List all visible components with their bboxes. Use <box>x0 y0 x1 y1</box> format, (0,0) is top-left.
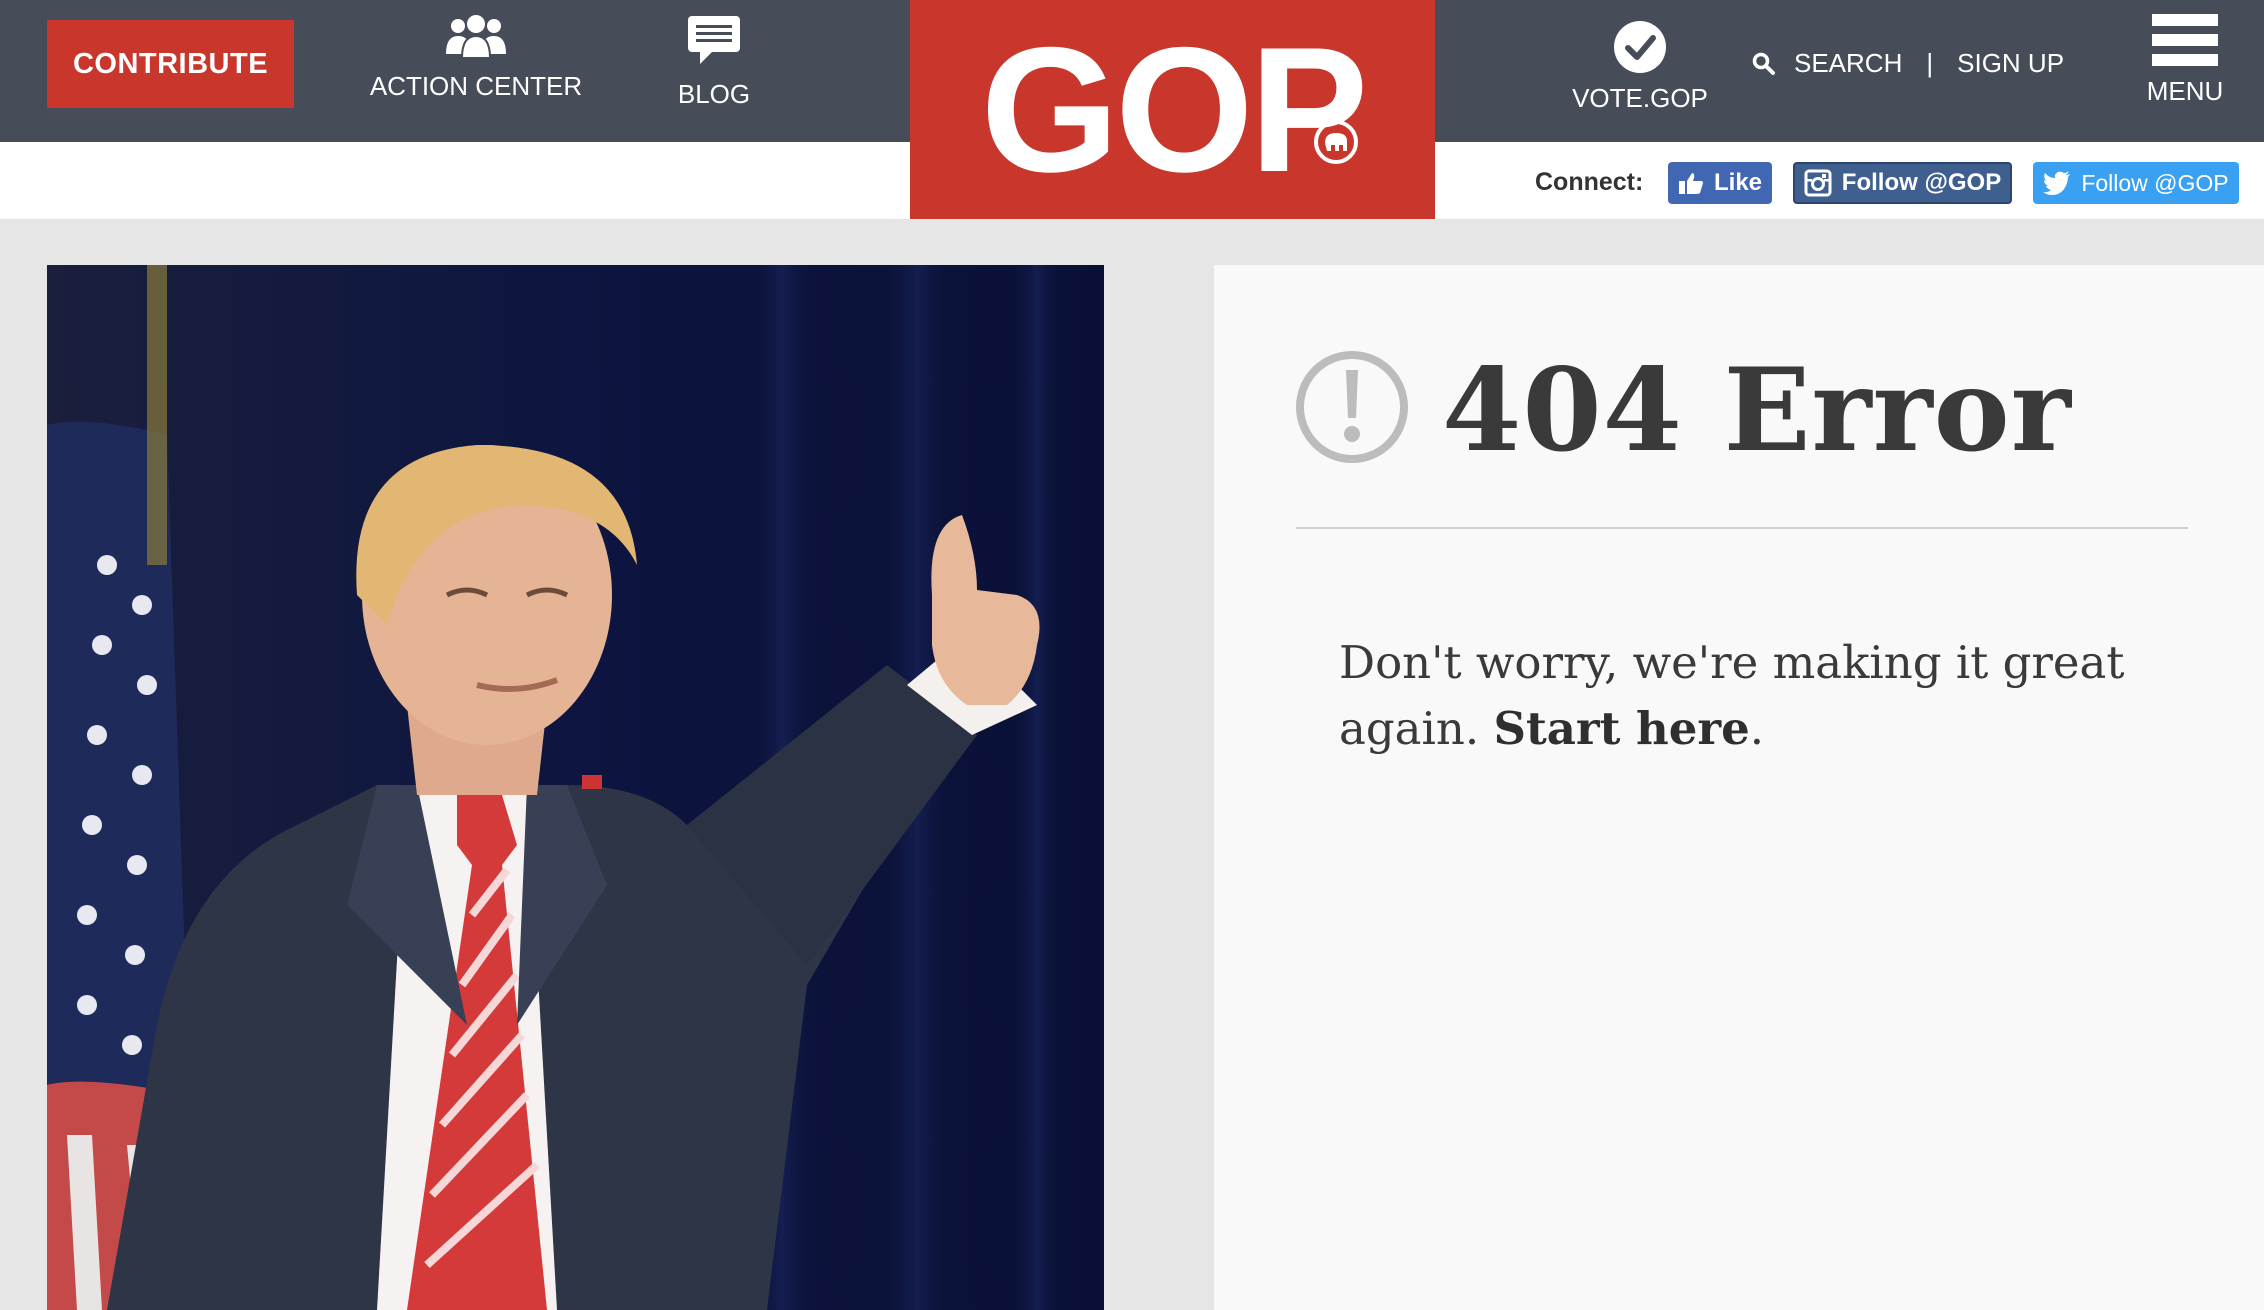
thumbs-up-icon <box>1678 171 1704 195</box>
connect-label: Connect: <box>1535 168 1644 196</box>
gop-logo[interactable]: GOP <box>910 0 1435 219</box>
error-title: 404 Error <box>1442 343 2072 477</box>
nav-action-center[interactable]: ACTION CENTER <box>370 14 582 102</box>
search-signup-group: SEARCH | SIGN UP <box>1752 48 2064 79</box>
twitter-follow-button[interactable]: Follow @GOP <box>2033 162 2239 204</box>
instagram-follow-button[interactable]: Follow @GOP <box>1793 162 2012 204</box>
facebook-label: Like <box>1713 169 1763 196</box>
divider <box>1296 527 2188 529</box>
twitter-label: Follow @GOP <box>2081 169 2229 196</box>
nav-action-center-label: ACTION CENTER <box>369 71 583 101</box>
error-panel: 404 Error Don't worry, we're making it g… <box>1214 265 2264 1310</box>
start-here-link[interactable]: Start here <box>1493 702 1749 755</box>
nav-blog-label: BLOG <box>677 79 751 109</box>
instagram-label: Follow @GOP <box>1841 169 2002 196</box>
message-period: . <box>1749 702 1765 755</box>
exclamation-circle-icon <box>1296 351 1408 463</box>
twitter-bird-icon <box>2043 171 2071 195</box>
menu-button[interactable]: MENU <box>2140 14 2230 107</box>
instagram-icon <box>1804 169 1832 197</box>
contribute-button[interactable]: CONTRIBUTE <box>47 20 294 108</box>
error-message: Don't worry, we're making it great again… <box>1339 630 2159 762</box>
speech-bubble-icon <box>686 14 742 71</box>
hero-photo <box>47 265 1104 1310</box>
logo-text: GOP <box>980 9 1369 209</box>
group-people-icon <box>444 14 508 63</box>
nav-vote-label: VOTE.GOP <box>1572 83 1708 113</box>
hamburger-icon <box>2152 14 2218 74</box>
nav-vote-gop[interactable]: VOTE.GOP <box>1565 20 1715 114</box>
facebook-like-button[interactable]: Like <box>1668 162 1772 204</box>
nav-separator: | <box>1926 48 1934 78</box>
nav-blog[interactable]: BLOG <box>664 14 764 110</box>
magnifier-icon[interactable] <box>1752 52 1776 76</box>
search-link[interactable]: SEARCH <box>1794 48 1902 79</box>
menu-label: MENU <box>2146 76 2224 106</box>
elephant-seal-icon <box>1314 120 1358 164</box>
signup-link[interactable]: SIGN UP <box>1957 48 2064 79</box>
checkmark-circle-icon <box>1613 20 1667 79</box>
